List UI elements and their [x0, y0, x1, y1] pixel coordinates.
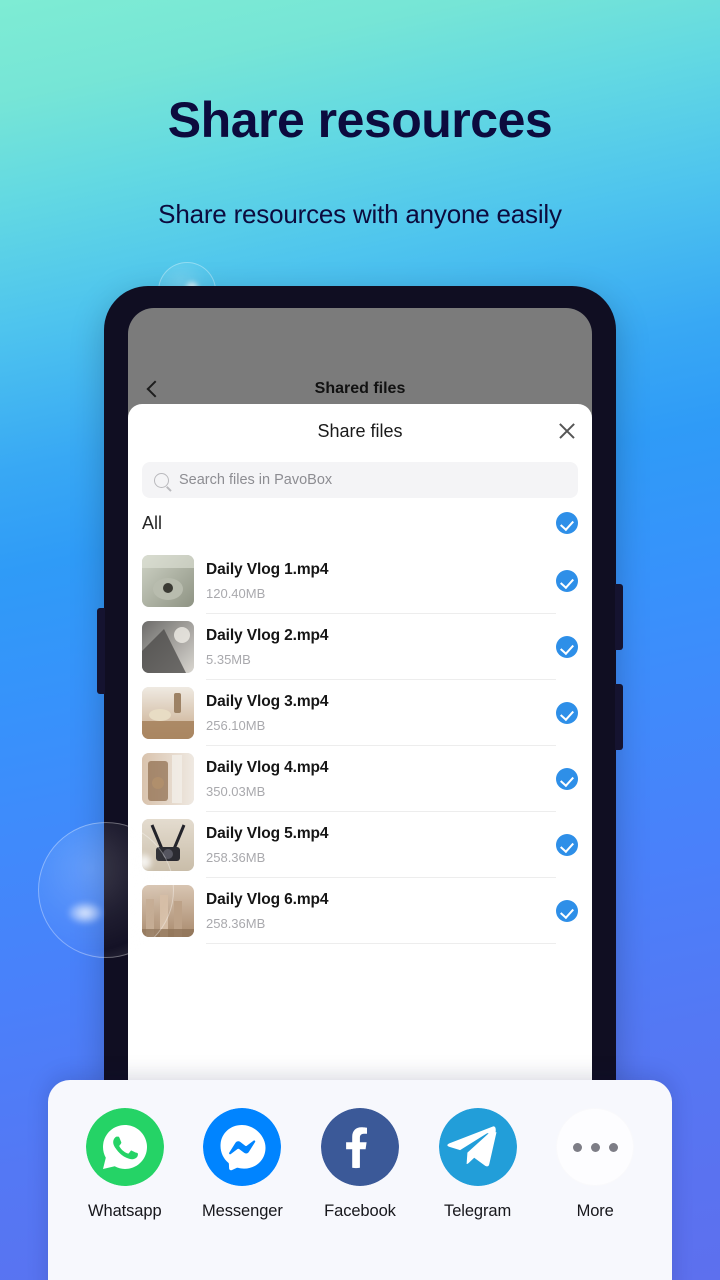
- phone-screen: Shared files Share files All Daily Vlog …: [128, 308, 592, 1086]
- share-target-telegram[interactable]: Telegram: [424, 1108, 532, 1221]
- file-name: Daily Vlog 3.mp4: [206, 693, 329, 710]
- file-size: 258.36MB: [206, 916, 266, 931]
- file-row[interactable]: Daily Vlog 4.mp4 350.03MB: [142, 746, 578, 812]
- file-meta: Daily Vlog 5.mp4 258.36MB: [206, 812, 556, 878]
- share-target-facebook[interactable]: Facebook: [306, 1108, 414, 1221]
- share-target-label: Messenger: [202, 1202, 283, 1220]
- file-row[interactable]: Daily Vlog 2.mp4 5.35MB: [142, 614, 578, 680]
- video-thumbnail: [142, 819, 194, 871]
- share-target-whatsapp[interactable]: Whatsapp: [71, 1108, 179, 1221]
- file-size: 258.36MB: [206, 850, 266, 865]
- more-dots-icon: [556, 1108, 635, 1186]
- search-bar[interactable]: [142, 462, 578, 498]
- phone-mockup: Shared files Share files All Daily Vlog …: [97, 286, 623, 1086]
- promo-screenshot: Share resources Share resources with any…: [0, 0, 720, 1280]
- file-meta: Daily Vlog 3.mp4 256.10MB: [206, 680, 556, 746]
- video-thumbnail: [142, 555, 194, 607]
- app-bar-title: Shared files: [314, 380, 406, 397]
- video-thumbnail: [142, 885, 194, 937]
- file-checkbox[interactable]: [556, 834, 578, 856]
- close-icon[interactable]: [556, 420, 578, 442]
- select-all-row[interactable]: All: [142, 498, 578, 548]
- file-size: 256.10MB: [206, 718, 266, 733]
- sheet-title: Share files: [317, 420, 403, 441]
- select-all-checkbox[interactable]: [556, 512, 578, 534]
- file-size: 350.03MB: [206, 784, 266, 799]
- page-title: Share resources: [167, 92, 553, 148]
- more-dot: [590, 1142, 600, 1152]
- file-meta: Daily Vlog 1.mp4 120.40MB: [206, 548, 556, 614]
- video-thumbnail: [142, 687, 194, 739]
- file-checkbox[interactable]: [556, 900, 578, 922]
- file-name: Daily Vlog 1.mp4: [206, 561, 329, 578]
- messenger-icon: [203, 1108, 282, 1186]
- video-thumbnail: [142, 753, 194, 805]
- share-target-label: Telegram: [444, 1202, 512, 1220]
- file-name: Daily Vlog 5.mp4: [206, 825, 329, 842]
- bubble-highlight: [68, 902, 102, 924]
- share-target-label: More: [576, 1202, 614, 1220]
- phone-power-button: [615, 584, 623, 650]
- file-checkbox[interactable]: [556, 636, 578, 658]
- whatsapp-icon: [85, 1108, 164, 1186]
- search-input[interactable]: [179, 472, 566, 488]
- file-checkbox[interactable]: [556, 570, 578, 592]
- video-thumbnail: [142, 621, 194, 673]
- file-name: Daily Vlog 4.mp4: [206, 759, 329, 776]
- file-row[interactable]: Daily Vlog 1.mp4 120.40MB: [142, 548, 578, 614]
- file-meta: Daily Vlog 4.mp4 350.03MB: [206, 746, 556, 812]
- select-all-label: All: [142, 512, 163, 533]
- file-row[interactable]: Daily Vlog 6.mp4 258.36MB: [142, 878, 578, 944]
- telegram-icon: [438, 1108, 517, 1186]
- file-size: 5.35MB: [206, 652, 251, 667]
- file-name: Daily Vlog 6.mp4: [206, 891, 329, 908]
- search-icon: [154, 472, 169, 488]
- file-row[interactable]: Daily Vlog 5.mp4 258.36MB: [142, 812, 578, 878]
- file-name: Daily Vlog 2.mp4: [206, 627, 329, 644]
- share-target-label: Whatsapp: [88, 1202, 162, 1220]
- file-meta: Daily Vlog 6.mp4 258.36MB: [206, 878, 556, 944]
- more-dot: [572, 1142, 582, 1152]
- page-subtitle: Share resources with anyone easily: [158, 199, 562, 229]
- share-target-messenger[interactable]: Messenger: [188, 1108, 296, 1221]
- file-checkbox[interactable]: [556, 702, 578, 724]
- phone-side-button: [615, 684, 623, 750]
- share-target-more[interactable]: More: [541, 1108, 649, 1221]
- file-checkbox[interactable]: [556, 768, 578, 790]
- share-files-sheet: Share files All Daily Vlog 1.mp4 120.40MB…: [128, 404, 592, 1086]
- share-target-label: Facebook: [324, 1202, 396, 1220]
- file-meta: Daily Vlog 2.mp4 5.35MB: [206, 614, 556, 680]
- facebook-icon: [320, 1108, 399, 1186]
- file-size: 120.40MB: [206, 586, 266, 601]
- sheet-header: Share files: [128, 404, 592, 458]
- file-list: Daily Vlog 1.mp4 120.40MB Daily Vlog 2.mp4…: [142, 548, 578, 944]
- phone-volume-button: [97, 608, 105, 694]
- share-target-panel: Whatsapp Messenger Facebook Telegram More: [48, 1080, 672, 1280]
- more-dot: [608, 1142, 618, 1152]
- file-row[interactable]: Daily Vlog 3.mp4 256.10MB: [142, 680, 578, 746]
